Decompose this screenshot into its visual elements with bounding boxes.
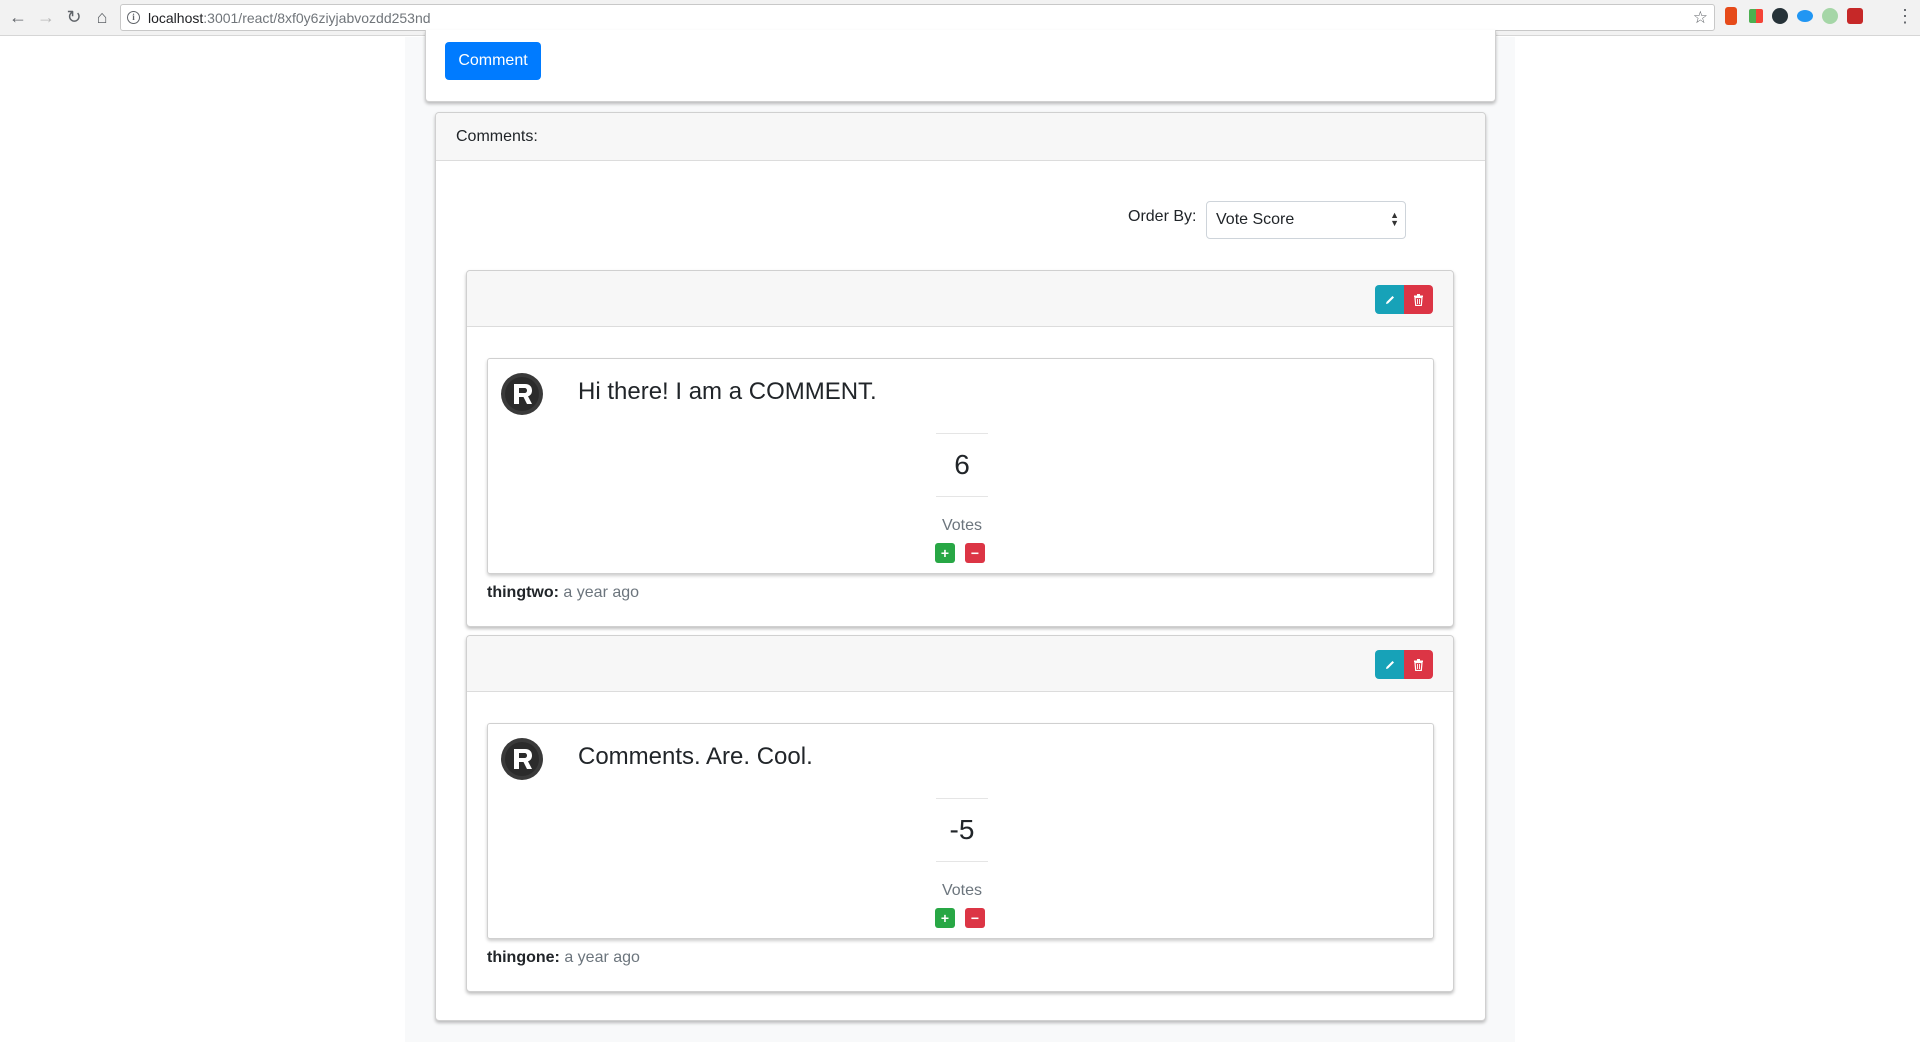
comment-timestamp: a year ago <box>563 584 640 601</box>
reload-icon[interactable]: ↻ <box>60 4 88 32</box>
url-host: localhost <box>148 9 204 26</box>
pencil-icon <box>1385 295 1394 304</box>
address-bar[interactable]: i localhost:3001/react/8xf0y6ziyjabvozdd… <box>120 4 1715 31</box>
cloud-extension-icon[interactable] <box>1797 10 1813 22</box>
downvote-button[interactable]: − <box>965 908 985 928</box>
comment-card: Hi there! I am a COMMENT. 6 Votes + − th… <box>466 270 1454 627</box>
comment-submit-button[interactable]: Comment <box>445 42 541 80</box>
comment-actions <box>1375 650 1433 679</box>
votes-label: Votes <box>941 882 983 899</box>
info-icon[interactable]: i <box>127 11 140 24</box>
pencil-icon <box>1385 660 1394 669</box>
comment-card: Comments. Are. Cool. -5 Votes + − thingo… <box>466 635 1454 992</box>
order-by-selected-value: Vote Score <box>1216 211 1295 228</box>
upvote-button[interactable]: + <box>935 543 955 563</box>
comment-meta: thingtwo: a year ago <box>487 584 639 602</box>
green-extension-icon[interactable] <box>1822 8 1838 24</box>
comment-card-header <box>467 636 1453 692</box>
vote-score: -5 <box>936 798 988 862</box>
comment-body: Comments. Are. Cool. -5 Votes + − <box>487 723 1434 939</box>
avatar-icon <box>501 738 543 780</box>
grid-extension-icon[interactable] <box>1749 9 1763 23</box>
order-by-label: Order By: <box>1128 208 1197 225</box>
plus-icon: + <box>940 545 950 561</box>
vote-score: 6 <box>936 433 988 497</box>
nav-buttons: ← → ↻ ⌂ <box>4 4 116 32</box>
home-icon[interactable]: ⌂ <box>88 4 116 32</box>
comment-text: Hi there! I am a COMMENT. <box>578 378 877 405</box>
order-by-select[interactable]: Vote Score ▲ ▼ <box>1206 201 1406 239</box>
comment-card-header <box>467 271 1453 327</box>
comment-author: thingone: <box>487 949 560 966</box>
edit-comment-button[interactable] <box>1375 285 1404 314</box>
select-arrows-icon: ▲ ▼ <box>1390 210 1399 228</box>
back-icon[interactable]: ← <box>4 4 32 32</box>
minus-icon: − <box>970 910 980 926</box>
circle-extension-icon[interactable] <box>1772 8 1788 24</box>
comment-form-card <box>425 30 1496 102</box>
delete-comment-button[interactable] <box>1404 285 1433 314</box>
comment-body: Hi there! I am a COMMENT. 6 Votes + − <box>487 358 1434 574</box>
url-path: :3001/react/8xf0y6ziyjabvozdd253nd <box>203 9 431 26</box>
delete-comment-button[interactable] <box>1404 650 1433 679</box>
trash-icon <box>1414 658 1423 671</box>
comment-actions <box>1375 285 1433 314</box>
bookmark-star-icon[interactable]: ☆ <box>1693 8 1708 28</box>
minus-icon: − <box>970 545 980 561</box>
comment-text: Comments. Are. Cool. <box>578 743 813 770</box>
comment-timestamp: a year ago <box>564 949 640 966</box>
forward-icon[interactable]: → <box>32 4 60 32</box>
avatar-icon <box>501 373 543 415</box>
trash-icon <box>1414 293 1423 306</box>
plus-icon: + <box>940 910 950 926</box>
extensions <box>1722 7 1863 25</box>
upvote-button[interactable]: + <box>935 908 955 928</box>
comment-author: thingtwo: <box>487 584 559 601</box>
red-extension-icon[interactable] <box>1847 8 1863 24</box>
comment-meta: thingone: a year ago <box>487 949 640 967</box>
edit-comment-button[interactable] <box>1375 650 1404 679</box>
comments-header: Comments: <box>436 113 1485 161</box>
downvote-button[interactable]: − <box>965 543 985 563</box>
office-extension-icon[interactable] <box>1725 7 1737 25</box>
menu-icon[interactable]: ⋮ <box>1896 7 1914 25</box>
votes-label: Votes <box>941 517 983 534</box>
